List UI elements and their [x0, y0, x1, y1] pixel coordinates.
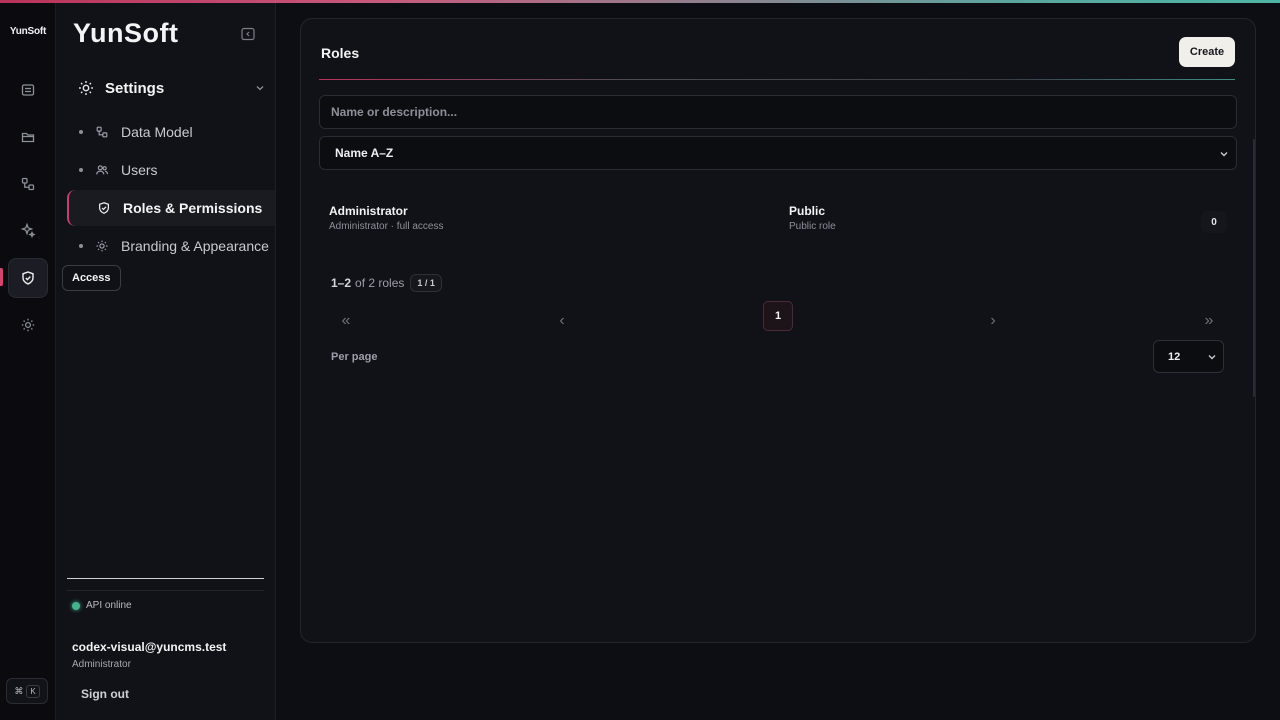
create-role-button[interactable]: Create [1179, 37, 1235, 67]
shield-icon [99, 202, 109, 214]
range-value: 1–2 [331, 276, 352, 290]
rail-access-button[interactable] [8, 258, 48, 298]
title-divider [319, 79, 1235, 80]
chevron-down-icon [1220, 152, 1228, 157]
command-key: ⌘ [14, 685, 24, 696]
role-description: Administrator · full access [329, 221, 444, 232]
icon-rail: YunSoft ⌘ K [0, 0, 56, 720]
per-page-label: Per page [331, 351, 378, 363]
rail-data-model-button[interactable] [8, 164, 48, 204]
rail-media-button[interactable] [8, 117, 48, 157]
sort-select[interactable]: Name A–Z [319, 136, 1237, 170]
rail-logo: YunSoft [9, 26, 47, 37]
bullet-dot [79, 244, 83, 248]
per-page-select[interactable]: 12 [1153, 340, 1224, 373]
collapse-sidebar-button[interactable] [240, 26, 256, 42]
gear-icon [79, 81, 93, 95]
brand-logo: YunSoft [73, 18, 179, 48]
bullet-dot [79, 130, 83, 134]
sidebar-collapse-icon [241, 27, 255, 41]
sidebar-item-label: Users [121, 162, 158, 178]
role-user-count-badge: 0 [1201, 211, 1227, 233]
user-role: Administrator [72, 659, 131, 670]
user-email: codex-visual@yuncms.test [72, 640, 227, 654]
last-page-button[interactable]: » [1195, 307, 1223, 335]
sidebar-item-label: Data Model [121, 124, 193, 140]
sidebar-item-data-model[interactable]: Data Model [67, 114, 275, 150]
role-name: Public [789, 204, 826, 218]
data-model-icon [21, 177, 35, 191]
role-name: Administrator [329, 204, 408, 218]
range-suffix: of 2 roles [355, 276, 405, 290]
sidebar-item-label: Roles & Permissions [123, 200, 263, 216]
rail-active-marker [0, 268, 3, 286]
per-page-value: 12 [1168, 350, 1181, 363]
gear-icon [21, 318, 35, 332]
settings-section-label: Settings [105, 79, 165, 97]
sidebar-divider [67, 590, 264, 591]
rail-settings-button[interactable] [8, 305, 48, 345]
status-dot [72, 601, 80, 610]
sidebar-item-label: Branding & Appearance [121, 238, 269, 254]
shield-icon [22, 271, 34, 285]
role-card-administrator[interactable]: Administrator Administrator · full acces… [329, 204, 443, 232]
gear-icon [96, 240, 108, 252]
api-status-label: API online [86, 600, 132, 611]
prev-page-button[interactable]: ‹ [548, 307, 576, 335]
access-tooltip: Access [62, 265, 121, 291]
data-model-icon [96, 126, 108, 138]
sidebar-divider [67, 578, 264, 579]
chevron-down-icon [1208, 355, 1216, 360]
page-badge: 1 / 1 [410, 274, 442, 292]
next-page-button[interactable]: › [979, 307, 1007, 335]
search-input[interactable] [319, 95, 1237, 129]
sign-out-button[interactable]: Sign out [81, 687, 129, 701]
first-page-button[interactable]: « [332, 307, 360, 335]
page-title: Roles [321, 45, 360, 61]
bullet-dot [79, 168, 83, 172]
sort-selected-value: Name A–Z [335, 146, 394, 160]
k-key: K [26, 684, 40, 698]
scrollbar[interactable] [1253, 139, 1255, 397]
command-palette-shortcut[interactable]: ⌘ K [6, 678, 48, 704]
sidebar-item-roles-permissions[interactable]: Roles & Permissions [67, 190, 275, 226]
rail-ai-button[interactable] [8, 210, 48, 250]
chevron-down-icon [256, 86, 264, 91]
settings-section-toggle[interactable]: Settings [68, 72, 268, 104]
sidebar-item-branding[interactable]: Branding & Appearance [67, 228, 275, 264]
folder-icon [21, 132, 35, 143]
roles-panel: Roles Create Name A–Z Administrator Admi… [300, 18, 1256, 643]
document-icon [21, 84, 35, 96]
sparkle-icon [20, 222, 36, 238]
sidebar: YunSoft Settings Data Model Users Roles … [56, 0, 276, 720]
users-icon [96, 165, 108, 175]
pagination-summary: 1–2 of 2 roles 1 / 1 [331, 274, 442, 292]
api-status: API online [72, 600, 132, 611]
sidebar-item-users[interactable]: Users [67, 152, 275, 188]
rail-content-button[interactable] [8, 70, 48, 110]
top-accent-line [0, 0, 1280, 3]
role-card-public[interactable]: Public Public role [789, 204, 836, 232]
role-description: Public role [789, 221, 836, 232]
page-1-button[interactable]: 1 [763, 301, 793, 331]
